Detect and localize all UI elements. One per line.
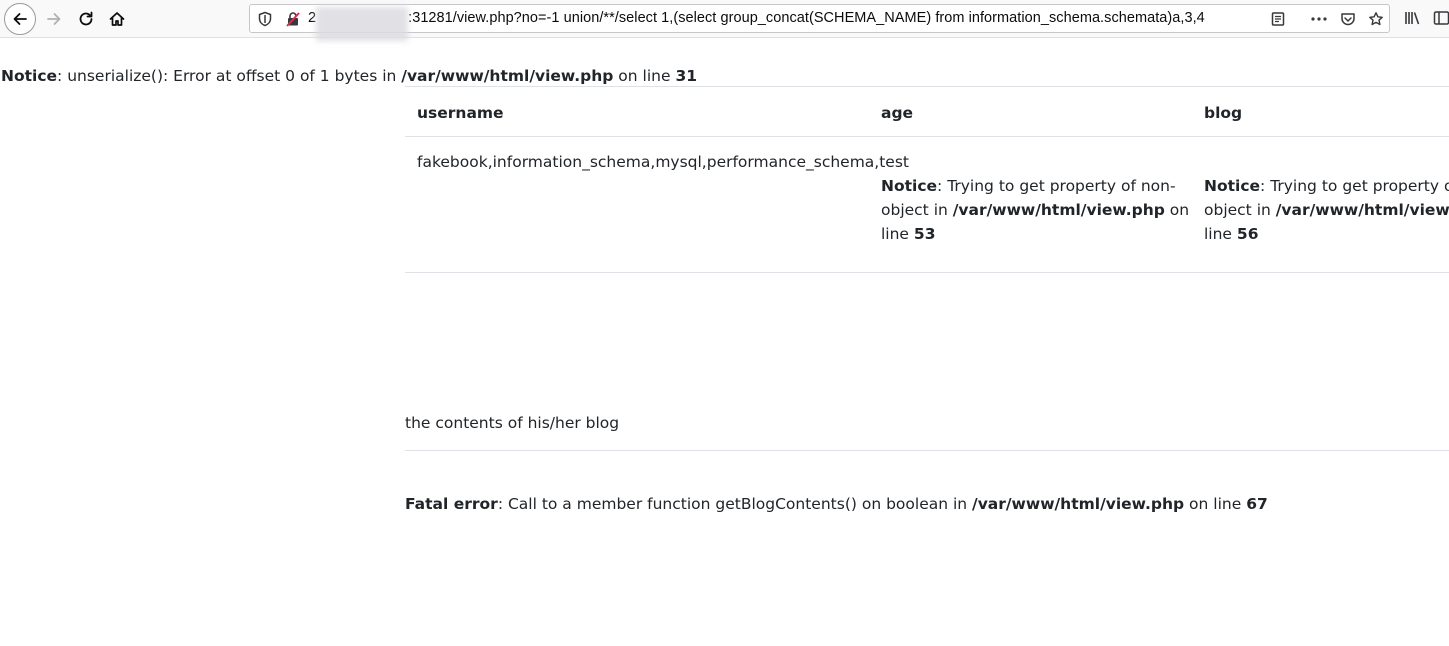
back-button[interactable]	[4, 3, 36, 35]
notice-message: : unserialize(): Error at offset 0 of 1 …	[57, 67, 402, 85]
back-arrow-icon	[13, 13, 27, 25]
forward-arrow-icon	[47, 13, 61, 25]
unserialize-notice: Notice: unserialize(): Error at offset 0…	[1, 64, 697, 88]
table-header-border	[405, 136, 1449, 137]
notice-line-number: 31	[675, 67, 698, 85]
blog-notice-line-1: Notice: Trying to get property of n	[1204, 177, 1449, 195]
fatal-file: /var/www/html/view.php	[972, 495, 1185, 513]
blog-notice-line-number: 56	[1236, 225, 1259, 243]
column-header-username: username	[417, 104, 504, 122]
blog-notice-line-2: object in /var/www/html/view.ph	[1204, 198, 1449, 222]
fatal-label: Fatal error	[405, 495, 498, 513]
fatal-line-number: 67	[1246, 495, 1268, 513]
reader-view-icon[interactable]	[1269, 10, 1287, 28]
more-dots-icon[interactable]	[1310, 10, 1328, 28]
fatal-message: : Call to a member function getBlogConte…	[497, 495, 973, 513]
pocket-icon[interactable]	[1339, 10, 1357, 28]
url-text[interactable]: 2 :31281/view.php?no=-1 union/**/select 1…	[308, 10, 1205, 26]
cell-age: Notice: Trying to get property of non- o…	[881, 174, 1189, 246]
blog-notice-line-3: line 56	[1204, 225, 1259, 243]
insecure-lock-icon[interactable]	[284, 10, 302, 28]
reload-button[interactable]	[70, 3, 102, 35]
reload-icon	[79, 11, 93, 26]
blog-notice-label: Notice	[1204, 177, 1261, 195]
fatal-error: Fatal error: Call to a member function g…	[405, 492, 1268, 516]
notice-file: /var/www/html/view.php	[401, 67, 614, 85]
url-path: :31281/view.php?no=-1 union/**/select 1,…	[408, 10, 1205, 26]
notice-on-line: on line	[613, 67, 676, 85]
library-icon[interactable]	[1403, 6, 1423, 30]
table-row-border	[405, 272, 1449, 273]
blog-contents-text: the contents of his/her blog	[405, 414, 620, 432]
shield-icon[interactable]	[256, 10, 274, 28]
age-notice-label: Notice	[881, 177, 938, 195]
sidebar-icon[interactable]	[1433, 6, 1449, 30]
age-notice-line-1: Notice: Trying to get property of non-	[881, 177, 1176, 195]
url-redaction	[316, 7, 408, 41]
cell-blog: Notice: Trying to get property of n obje…	[1204, 174, 1449, 246]
table-top-border	[405, 86, 1449, 87]
age-notice-file: /var/www/html/view.php	[952, 201, 1165, 219]
age-notice-line-2: object in /var/www/html/view.php on	[881, 201, 1190, 219]
blog-notice-file: /var/www/html/view.ph	[1275, 201, 1449, 219]
url-bar[interactable]: 2 :31281/view.php?no=-1 union/**/select 1…	[249, 4, 1390, 41]
home-button[interactable]	[101, 3, 133, 35]
blog-divider	[405, 450, 1449, 451]
bookmark-star-icon[interactable]	[1367, 10, 1385, 28]
url-host-prefix: 2	[308, 10, 317, 26]
age-notice-line-3: line 53	[881, 225, 936, 243]
cell-username: fakebook,information_schema,mysql,perfor…	[417, 153, 909, 171]
home-icon	[109, 12, 125, 26]
notice-label: Notice	[1, 67, 58, 85]
age-notice-line-number: 53	[913, 225, 936, 243]
column-header-blog: blog	[1204, 104, 1243, 122]
fatal-on-line: on line	[1184, 495, 1247, 513]
forward-button[interactable]	[38, 3, 70, 35]
column-header-age: age	[881, 104, 914, 122]
browser-toolbar: 2 :31281/view.php?no=-1 union/**/select 1…	[0, 0, 1449, 41]
